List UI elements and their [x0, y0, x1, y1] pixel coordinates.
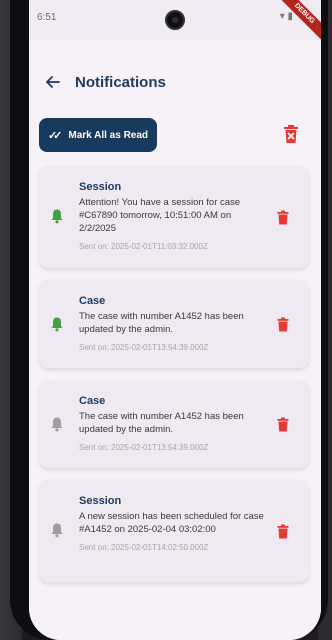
status-bar: 6:51 ▾ ▮ DEBUG — [29, 0, 321, 43]
delete-icon[interactable] — [277, 210, 289, 225]
mark-all-read-label: Mark All as Read — [68, 129, 149, 141]
bell-icon — [51, 523, 63, 538]
notification-card[interactable]: Session Attention! You have a session fo… — [39, 166, 309, 268]
front-camera — [165, 10, 185, 30]
app-bar: Notifications — [29, 58, 321, 112]
notification-message: The case with number A1452 has been upda… — [79, 411, 244, 435]
mark-all-read-button[interactable]: ✓✓ Mark All as Read — [39, 118, 157, 152]
status-time: 6:51 — [37, 12, 57, 23]
notification-body: Case The case with number A1452 has been… — [79, 294, 269, 353]
delete-sweep-icon — [284, 125, 298, 143]
notification-message: A new session has been scheduled for cas… — [79, 511, 264, 535]
notification-body: Case The case with number A1452 has been… — [79, 394, 269, 453]
bell-icon — [51, 417, 63, 432]
notification-sent-time: Sent on: 2025-02-01T13:54:39.000Z — [79, 343, 209, 352]
delete-icon[interactable] — [277, 317, 289, 332]
notification-title: Case — [79, 395, 106, 407]
notification-sent-time: Sent on: 2025-02-01T11:03:32.000Z — [79, 242, 208, 251]
app-screen: 6:51 ▾ ▮ DEBUG Notifications ✓✓ Mark All… — [29, 0, 321, 640]
bell-icon — [51, 209, 63, 224]
notification-sent-time: Sent on: 2025-02-01T13:54:39.000Z — [79, 443, 209, 452]
notification-sent-time: Sent on: 2025-02-01T14:02:50.000Z — [79, 543, 209, 552]
notification-title: Case — [79, 295, 106, 307]
double-check-icon: ✓✓ — [47, 129, 63, 142]
delete-all-button[interactable] — [283, 124, 299, 144]
bell-icon — [51, 317, 63, 332]
notification-card[interactable]: Case The case with number A1452 has been… — [39, 380, 309, 468]
notification-title: Session — [79, 495, 122, 507]
notification-message: The case with number A1452 has been upda… — [79, 311, 244, 335]
back-button[interactable] — [41, 70, 65, 94]
arrow-back-icon — [46, 76, 60, 88]
signal-battery-icon: ▾ ▮ — [279, 11, 293, 22]
notification-message: Attention! You have a session for case #… — [79, 197, 241, 234]
delete-icon[interactable] — [277, 417, 289, 432]
delete-icon[interactable] — [277, 524, 289, 539]
page-title: Notifications — [75, 74, 166, 91]
notification-body: Session A new session has been scheduled… — [79, 494, 269, 553]
notification-body: Session Attention! You have a session fo… — [79, 180, 269, 252]
notification-title: Session — [79, 181, 122, 193]
notification-card[interactable]: Case The case with number A1452 has been… — [39, 280, 309, 368]
notification-card[interactable]: Session A new session has been scheduled… — [39, 480, 309, 582]
